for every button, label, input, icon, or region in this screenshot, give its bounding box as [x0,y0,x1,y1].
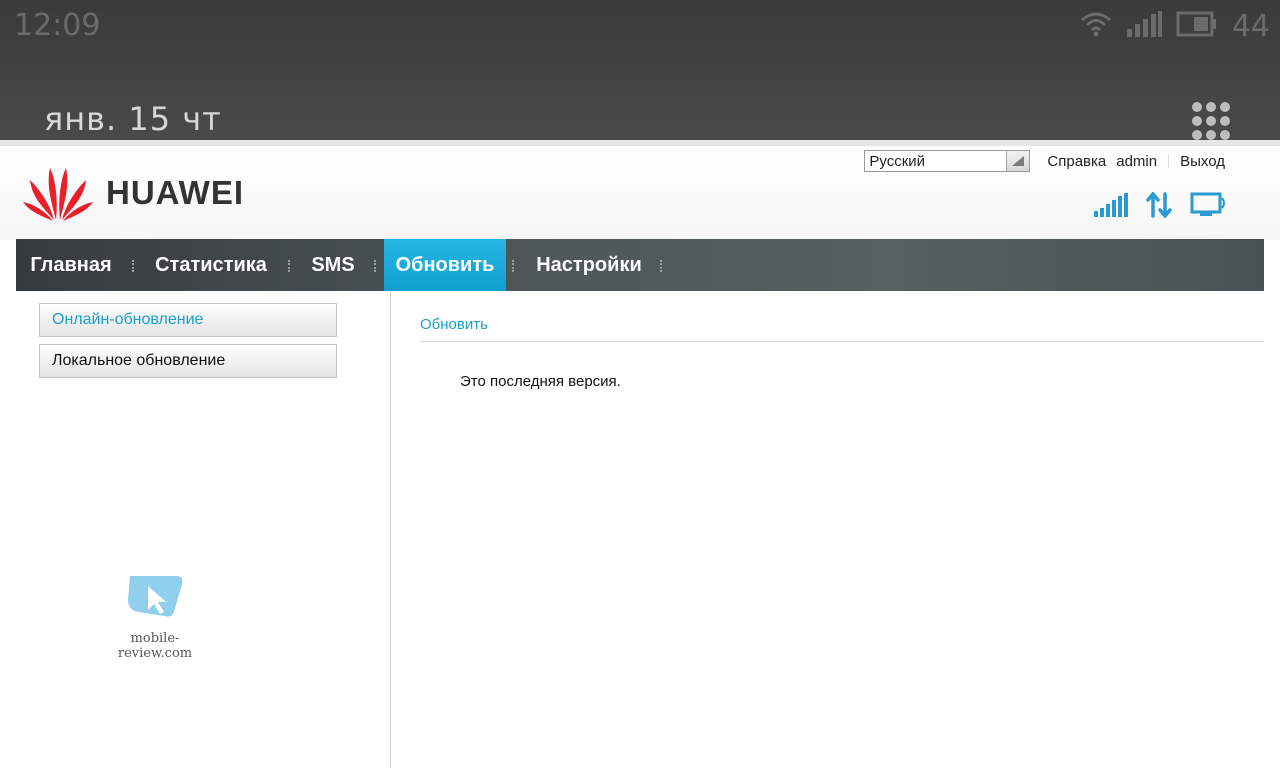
mobile-review-logo-icon [128,576,183,617]
status-message: Это последняя версия. [460,373,621,390]
wifi-icon [1080,10,1112,43]
tab-sms[interactable]: SMS [302,239,364,291]
language-select[interactable]: Русский [864,150,1031,172]
android-status-bar: 12:09 44 янв. 15 чт [0,0,1280,140]
web-header: HUAWEI Русский Справка admin Выход [0,146,1280,240]
main-navigation: Главная Статистика SMS Обновить Настройк… [16,239,1264,291]
nav-separator [132,260,136,272]
nav-separator [660,260,664,272]
huawei-flower-icon [23,168,93,221]
tab-home[interactable]: Главная [16,239,126,291]
watermark-text: mobile-review.com [117,631,193,661]
nav-separator [288,260,292,272]
tab-statistics[interactable]: Статистика [146,239,276,291]
status-icons: 44 [1080,8,1270,44]
help-link[interactable]: Справка [1042,153,1111,170]
tab-update[interactable]: Обновить [384,239,506,291]
battery-level: 44 [1231,8,1270,44]
sidebar-item-online-update[interactable]: Онлайн-обновление [39,303,337,337]
link-separator [1168,154,1170,168]
status-date: янв. 15 чт [44,100,222,138]
tab-settings[interactable]: Настройки [524,239,654,291]
section-title: Обновить [420,316,488,333]
language-value: Русский [869,153,926,170]
signal-strength-icon [1094,193,1128,222]
app-grid-icon[interactable] [1190,100,1232,142]
status-time: 12:09 [14,8,101,43]
sidebar-item-local-update[interactable]: Локальное обновление [39,344,337,378]
battery-icon [1176,11,1218,42]
nav-separator [512,260,516,272]
user-name: admin [1116,152,1158,170]
data-transfer-icon [1146,191,1172,223]
nav-separator [374,260,378,272]
logout-link[interactable]: Выход [1175,153,1230,170]
connected-device-icon [1190,192,1228,223]
top-links: Русский Справка admin Выход [864,150,1230,172]
cell-signal-icon [1126,10,1162,42]
brand-name: HUAWEI [106,174,244,211]
huawei-logo: HUAWEI [22,164,244,222]
connection-status-icons [1094,191,1228,223]
watermark: mobile-review.com [100,572,210,661]
dropdown-arrow-icon[interactable] [1006,151,1030,171]
title-divider [420,341,1264,342]
update-sidebar: Онлайн-обновление Локальное обновление [16,291,391,768]
